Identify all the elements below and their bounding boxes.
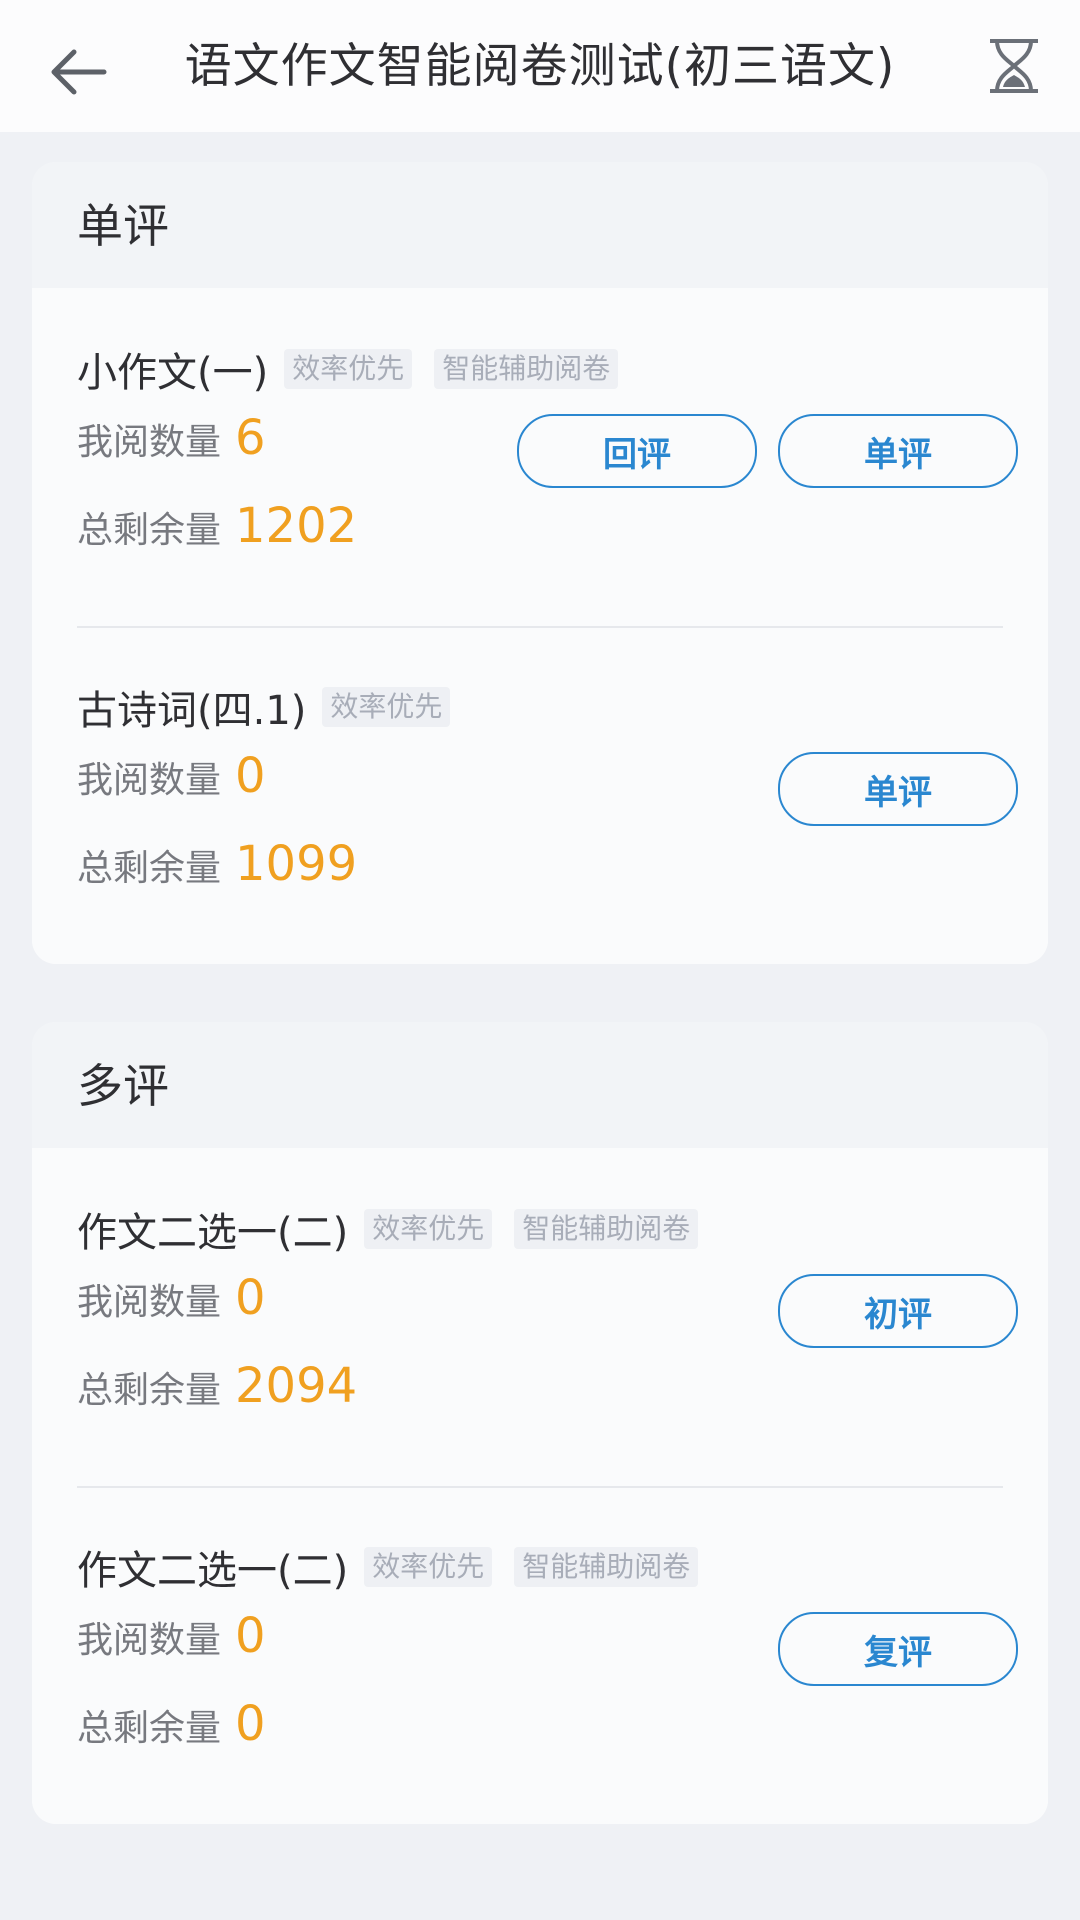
my-count-label: 我阅数量 <box>77 1282 222 1323</box>
section-header: 多评 <box>32 1022 1048 1148</box>
section-body: 作文二选一(二) 效率优先 智能辅助阅卷 我阅数量 0 总剩余量 2094 初评… <box>32 1148 1048 1824</box>
my-count-value: 0 <box>235 1608 266 1664</box>
task-title: 作文二选一(二) <box>77 1548 349 1594</box>
my-count-value: 0 <box>235 748 266 804</box>
tag-ai-assist: 智能辅助阅卷 <box>514 1209 699 1249</box>
remaining-value: 2094 <box>235 1358 358 1414</box>
section-title: 单评 <box>77 199 169 253</box>
back-button[interactable] <box>40 36 116 108</box>
remaining-row: 总剩余量 1202 <box>77 498 357 554</box>
my-count-row: 我阅数量 6 <box>77 410 266 466</box>
task-item: 古诗词(四.1) 效率优先 我阅数量 0 总剩余量 1099 单评 <box>32 626 1048 964</box>
task-item: 作文二选一(二) 效率优先 智能辅助阅卷 我阅数量 0 总剩余量 0 复评 <box>32 1486 1048 1824</box>
section-header: 单评 <box>32 162 1048 288</box>
top-app-bar: 语文作文智能阅卷测试(初三语文) <box>0 0 1080 132</box>
tag-efficiency: 效率优先 <box>364 1547 493 1587</box>
remaining-label: 总剩余量 <box>77 848 222 889</box>
remaining-value: 1099 <box>235 836 358 892</box>
my-count-label: 我阅数量 <box>77 1620 222 1661</box>
remaining-value: 1202 <box>235 498 358 554</box>
single-review-button[interactable]: 单评 <box>778 414 1018 488</box>
single-review-button[interactable]: 单评 <box>778 752 1018 826</box>
page-title: 语文作文智能阅卷测试(初三语文) <box>184 39 896 94</box>
my-count-value: 0 <box>235 1270 266 1326</box>
re-review-button[interactable]: 复评 <box>778 1612 1018 1686</box>
task-title: 古诗词(四.1) <box>77 688 307 734</box>
timer-button[interactable] <box>978 30 1050 102</box>
first-review-button[interactable]: 初评 <box>778 1274 1018 1348</box>
remaining-value: 0 <box>235 1696 266 1752</box>
remaining-row: 总剩余量 0 <box>77 1696 266 1752</box>
my-count-row: 我阅数量 0 <box>77 1608 266 1664</box>
tag-efficiency: 效率优先 <box>364 1209 493 1249</box>
remaining-label: 总剩余量 <box>77 1370 222 1411</box>
remaining-row: 总剩余量 2094 <box>77 1358 357 1414</box>
task-item: 小作文(一) 效率优先 智能辅助阅卷 我阅数量 6 总剩余量 1202 回评 单… <box>32 288 1048 626</box>
my-count-row: 我阅数量 0 <box>77 748 266 804</box>
remaining-label: 总剩余量 <box>77 1708 222 1749</box>
task-title: 作文二选一(二) <box>77 1210 349 1256</box>
section-title: 多评 <box>77 1059 169 1113</box>
tag-ai-assist: 智能辅助阅卷 <box>434 349 619 389</box>
remaining-label: 总剩余量 <box>77 510 222 551</box>
my-count-value: 6 <box>235 410 266 466</box>
tag-ai-assist: 智能辅助阅卷 <box>514 1547 699 1587</box>
section-multi-review: 多评 作文二选一(二) 效率优先 智能辅助阅卷 我阅数量 0 总剩余量 2094… <box>32 1022 1048 1824</box>
my-count-label: 我阅数量 <box>77 760 222 801</box>
arrow-left-icon <box>51 49 107 95</box>
task-title: 小作文(一) <box>77 350 269 396</box>
remaining-row: 总剩余量 1099 <box>77 836 357 892</box>
section-single-review: 单评 小作文(一) 效率优先 智能辅助阅卷 我阅数量 6 总剩余量 1202 回… <box>32 162 1048 964</box>
hourglass-icon <box>990 39 1038 93</box>
my-count-label: 我阅数量 <box>77 422 222 463</box>
tag-efficiency: 效率优先 <box>284 349 413 389</box>
task-item: 作文二选一(二) 效率优先 智能辅助阅卷 我阅数量 0 总剩余量 2094 初评 <box>32 1148 1048 1486</box>
my-count-row: 我阅数量 0 <box>77 1270 266 1326</box>
review-back-button[interactable]: 回评 <box>517 414 757 488</box>
tag-efficiency: 效率优先 <box>322 687 451 727</box>
section-body: 小作文(一) 效率优先 智能辅助阅卷 我阅数量 6 总剩余量 1202 回评 单… <box>32 288 1048 964</box>
